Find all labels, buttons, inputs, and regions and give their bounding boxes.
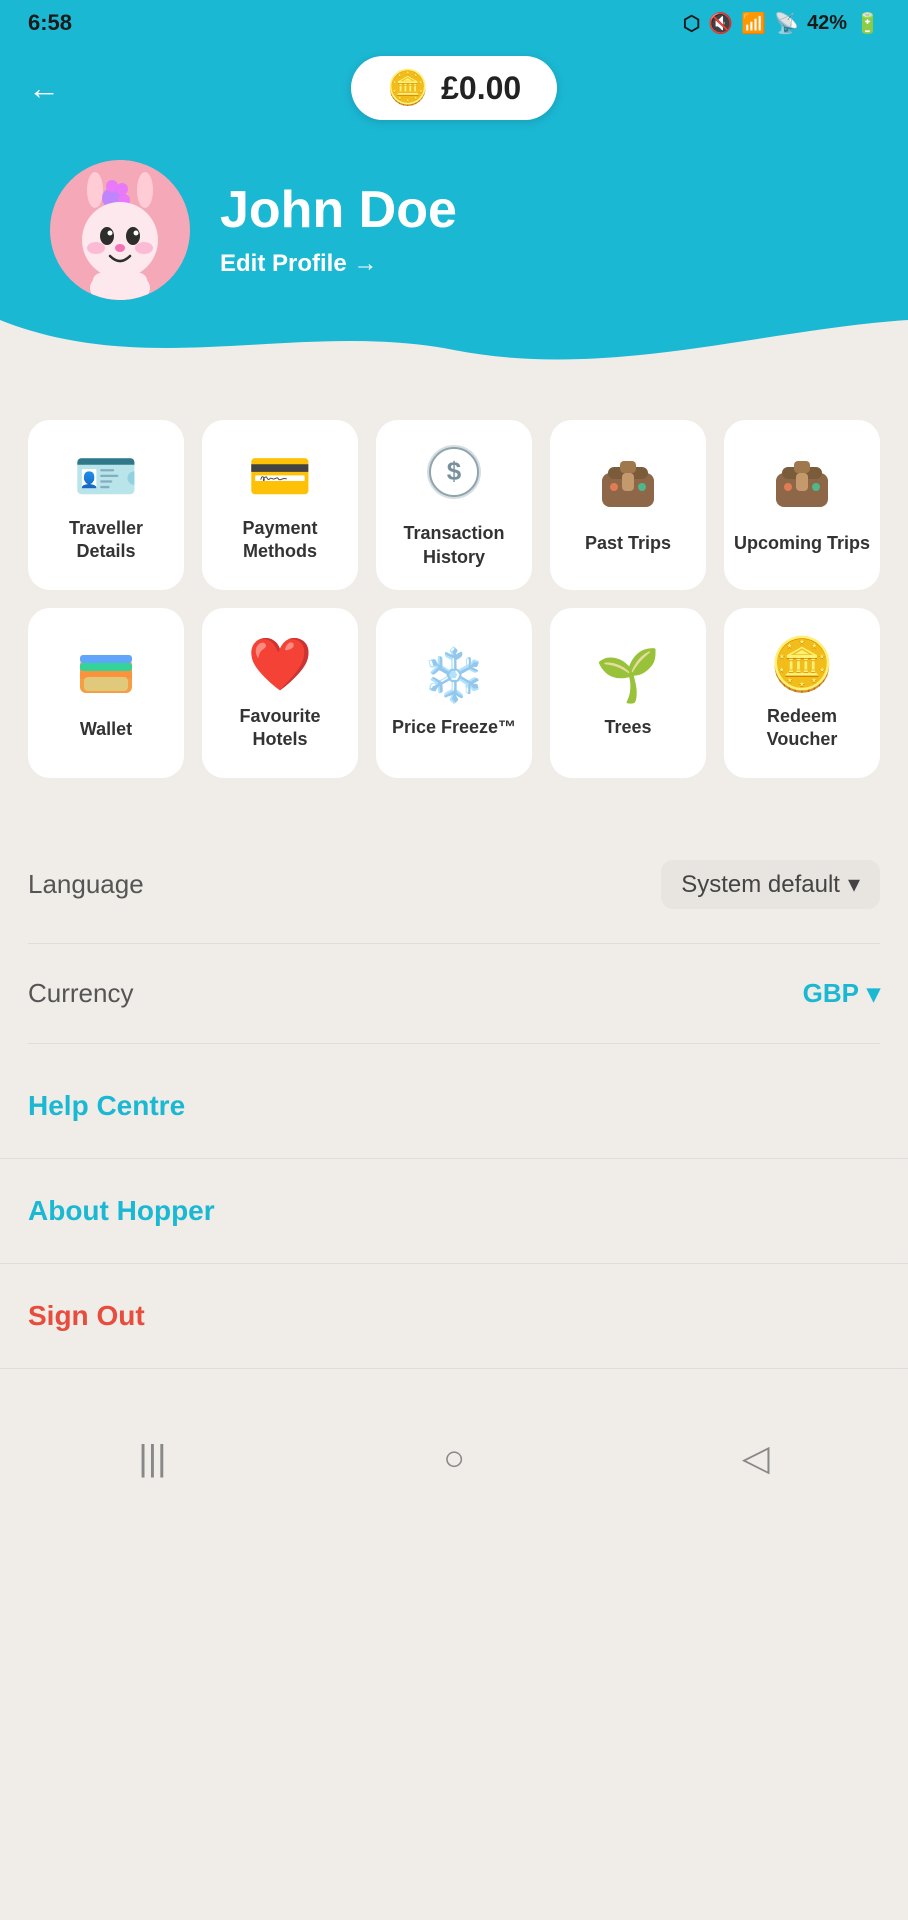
menu-item-favourite-hotels[interactable]: ❤️ Favourite Hotels [202, 608, 358, 778]
back-nav-button[interactable]: ◁ [742, 1437, 770, 1479]
profile-name: John Doe [220, 182, 457, 239]
settings-section: Language System default ▾ Currency GBP ▾ [0, 816, 908, 1054]
language-value: System default [681, 871, 840, 899]
balance-pill[interactable]: 🪙 £0.00 [351, 56, 557, 120]
redeem-voucher-label: Redeem Voucher [734, 705, 870, 752]
wallet-label: Wallet [80, 718, 132, 741]
transaction-history-label: Transaction History [386, 522, 522, 569]
help-centre-link[interactable]: Help Centre [28, 1090, 185, 1121]
currency-value: GBP [803, 978, 859, 1009]
profile-section: John Doe Edit Profile → [0, 140, 908, 320]
svg-text:$: $ [447, 456, 462, 486]
language-dropdown[interactable]: System default ▾ [661, 860, 880, 909]
menu-item-transaction-history[interactable]: $ Transaction History [376, 420, 532, 590]
transaction-history-icon: $ [427, 445, 481, 508]
recents-nav-button[interactable]: ||| [138, 1437, 166, 1479]
upcoming-trips-label: Upcoming Trips [734, 532, 870, 555]
hero-top-bar: ← 🪙 £0.00 [0, 46, 908, 140]
menu-item-upcoming-trips[interactable]: Upcoming Trips [724, 420, 880, 590]
bottom-nav: ||| ○ ◁ [0, 1409, 908, 1507]
balance-amount: £0.00 [441, 70, 521, 107]
trees-label: Trees [604, 716, 651, 739]
menu-item-wallet[interactable]: Wallet [28, 608, 184, 778]
currency-dropdown-icon: ▾ [867, 978, 880, 1009]
about-hopper-link[interactable]: About Hopper [28, 1195, 215, 1226]
status-time: 6:58 [28, 10, 72, 36]
price-freeze-icon: ❄️ [422, 650, 487, 702]
traveller-details-label: Traveller Details [38, 517, 174, 564]
menu-item-trees[interactable]: 🌱 Trees [550, 608, 706, 778]
currency-label: Currency [28, 978, 133, 1009]
wallet-icon [78, 649, 134, 704]
back-button[interactable]: ← [28, 70, 60, 107]
sign-out-row[interactable]: Sign Out [0, 1264, 908, 1369]
coin-icon: 🪙 [387, 68, 429, 108]
wifi-icon: 📶 [741, 11, 766, 36]
menu-grid-row2: Wallet ❤️ Favourite Hotels ❄️ Price Free… [28, 608, 880, 778]
menu-item-payment-methods[interactable]: 💳 Payment Methods [202, 420, 358, 590]
language-dropdown-icon: ▾ [848, 870, 860, 899]
price-freeze-label: Price Freeze™ [392, 716, 516, 739]
home-nav-button[interactable]: ○ [443, 1437, 465, 1479]
payment-methods-icon: 💳 [248, 451, 313, 503]
language-label: Language [28, 869, 144, 900]
hero-section: ← 🪙 £0.00 [0, 46, 908, 380]
status-bar: 6:58 ⬡ 🔇 📶 📡 42% 🔋 [0, 0, 908, 46]
battery-icon: 🔋 [855, 11, 880, 36]
wave-divider [0, 320, 908, 380]
currency-row: Currency GBP ▾ [28, 944, 880, 1044]
signal-icon: 📡 [774, 11, 799, 36]
language-row: Language System default ▾ [28, 826, 880, 944]
payment-methods-label: Payment Methods [212, 517, 348, 564]
about-hopper-row[interactable]: About Hopper [0, 1159, 908, 1264]
past-trips-icon [600, 459, 656, 518]
currency-dropdown[interactable]: GBP ▾ [803, 978, 880, 1009]
menu-item-redeem-voucher[interactable]: 🪙 Redeem Voucher [724, 608, 880, 778]
menu-item-past-trips[interactable]: Past Trips [550, 420, 706, 590]
menu-item-traveller-details[interactable]: 🪪 Traveller Details [28, 420, 184, 590]
redeem-voucher-icon: 🪙 [770, 639, 835, 691]
trees-icon: 🌱 [596, 650, 661, 702]
sign-out-link[interactable]: Sign Out [28, 1300, 145, 1331]
bluetooth-icon: ⬡ [683, 11, 700, 36]
upcoming-trips-icon [774, 459, 830, 518]
content-area: 🪪 Traveller Details 💳 Payment Methods $ … [0, 380, 908, 816]
mute-icon: 🔇 [708, 11, 733, 36]
battery-percent: 42% [807, 12, 847, 35]
edit-profile-link[interactable]: Edit Profile → [220, 250, 457, 278]
menu-item-price-freeze[interactable]: ❄️ Price Freeze™ [376, 608, 532, 778]
help-centre-row[interactable]: Help Centre [0, 1054, 908, 1159]
traveller-details-icon: 🪪 [74, 451, 139, 503]
favourite-hotels-icon: ❤️ [248, 639, 313, 691]
status-icons: ⬡ 🔇 📶 📡 42% 🔋 [683, 11, 880, 36]
past-trips-label: Past Trips [585, 532, 671, 555]
menu-grid-row1: 🪪 Traveller Details 💳 Payment Methods $ … [28, 420, 880, 590]
profile-info: John Doe Edit Profile → [220, 182, 457, 277]
favourite-hotels-label: Favourite Hotels [212, 705, 348, 752]
avatar [50, 160, 190, 300]
